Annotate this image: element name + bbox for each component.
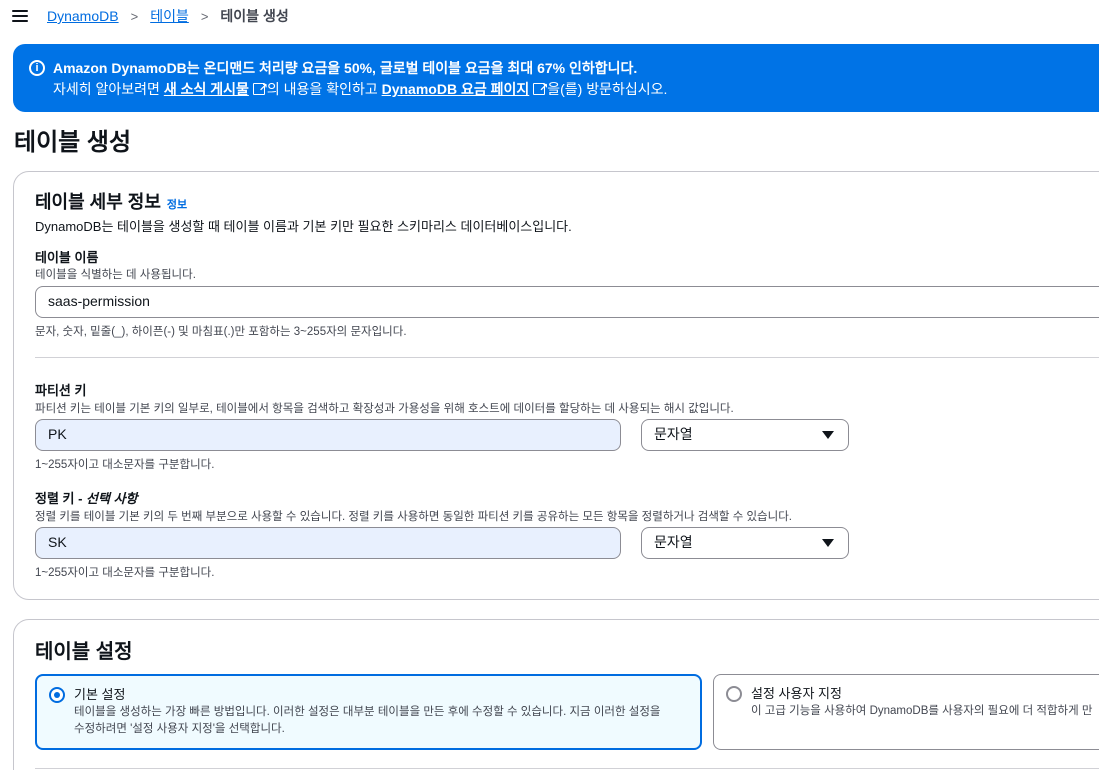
table-settings-panel: 테이블 설정 기본 설정 테이블을 생성하는 가장 빠른 방법입니다. 이러한 … [13,619,1099,770]
tile-description: 이 고급 기능을 사용하여 DynamoDB를 사용자의 필요에 더 적합하게 … [751,705,1093,717]
sort-key-hint: 1~255자이고 대소문자를 구분합니다. [35,567,215,579]
sort-key-label-text: 정렬 키 - [35,491,87,506]
pricing-page-link[interactable]: DynamoDB 요금 페이지 [382,81,530,97]
table-name-input[interactable]: saas-permission [35,286,1099,318]
optional-label: 선택 사항 [86,491,138,506]
partition-key-description: 파티션 키는 테이블 기본 키의 일부로, 테이블에서 항목을 검색하고 확장성… [35,403,734,415]
tile-title: 설정 사용자 지정 [751,686,842,701]
section-description: DynamoDB는 테이블을 생성할 때 테이블 이름과 기본 키만 필요한 스… [35,219,572,234]
table-name-label: 테이블 이름 [35,250,99,265]
section-title-text: 테이블 세부 정보 [35,192,161,212]
radio-selected-icon[interactable] [49,687,65,703]
sort-key-input[interactable]: SK [35,527,621,559]
partition-key-type-select[interactable]: 문자열 [641,419,849,451]
flash-title: Amazon DynamoDB는 온디맨드 처리량 요금을 50%, 글로벌 테… [53,60,638,76]
flash-message: 자세히 알아보려면 새 소식 게시물 의 내용을 확인하고 DynamoDB 요금… [53,77,1099,100]
partition-key-input[interactable]: PK [35,419,621,451]
sort-key-description: 정렬 키를 테이블 기본 키의 두 번째 부분으로 사용할 수 있습니다. 정렬… [35,511,792,523]
customize-settings-tile[interactable]: 설정 사용자 지정 이 고급 기능을 사용하여 DynamoDB를 사용자의 필… [713,674,1099,750]
info-link[interactable]: 정보 [167,199,187,211]
chevron-right-icon: > [200,8,209,24]
info-flashbar: i Amazon DynamoDB는 온디맨드 처리량 요금을 50%, 글로벌… [13,44,1099,112]
breadcrumb-dynamodb[interactable]: DynamoDB [47,8,119,24]
radio-unselected-icon[interactable] [726,686,742,702]
chevron-right-icon: > [130,8,139,24]
divider [35,768,1099,769]
external-link-icon [533,77,548,99]
caret-down-icon [822,431,834,439]
whats-new-link[interactable]: 새 소식 게시물 [164,81,249,97]
default-settings-tile[interactable]: 기본 설정 테이블을 생성하는 가장 빠른 방법입니다. 이러한 설정은 대부분… [35,674,702,750]
caret-down-icon [822,539,834,547]
flash-text: 의 내용을 확인하고 [266,81,382,97]
table-name-description: 테이블을 식별하는 데 사용됩니다. [35,269,196,281]
menu-icon[interactable] [12,10,28,22]
external-link-icon [252,77,268,99]
select-value: 문자열 [654,534,693,550]
info-icon: i [29,60,45,76]
tile-title: 기본 설정 [74,687,126,702]
breadcrumb: DynamoDB > 테이블 > 테이블 생성 [47,6,289,26]
partition-key-hint: 1~255자이고 대소문자를 구분합니다. [35,459,215,471]
tile-description: 테이블을 생성하는 가장 빠른 방법입니다. 이러한 설정은 대부분 테이블을 … [74,706,661,718]
sort-key-label: 정렬 키 - 선택 사항 [35,488,138,507]
top-bar: DynamoDB > 테이블 > 테이블 생성 [0,0,1099,32]
page-title: 테이블 생성 [14,129,132,156]
section-title: 테이블 설정 [35,641,133,663]
section-title: 테이블 세부 정보 정보 [35,188,187,214]
breadcrumb-tables[interactable]: 테이블 [150,6,189,26]
breadcrumb-current: 테이블 생성 [220,8,289,24]
divider [35,357,1099,358]
partition-key-label: 파티션 키 [35,383,87,398]
flash-text: 을(를) 방문하십시오. [547,81,668,97]
table-name-hint: 문자, 숫자, 밑줄(_), 하이픈(-) 및 마침표(.)만 포함하는 3~2… [35,326,407,338]
sort-key-type-select[interactable]: 문자열 [641,527,849,559]
table-details-panel: 테이블 세부 정보 정보 DynamoDB는 테이블을 생성할 때 테이블 이름과… [13,171,1099,600]
flash-text: 자세히 알아보려면 [53,81,164,97]
tile-description: 수정하려면 '설정 사용자 지정'을 선택합니다. [74,723,285,735]
select-value: 문자열 [654,426,693,442]
